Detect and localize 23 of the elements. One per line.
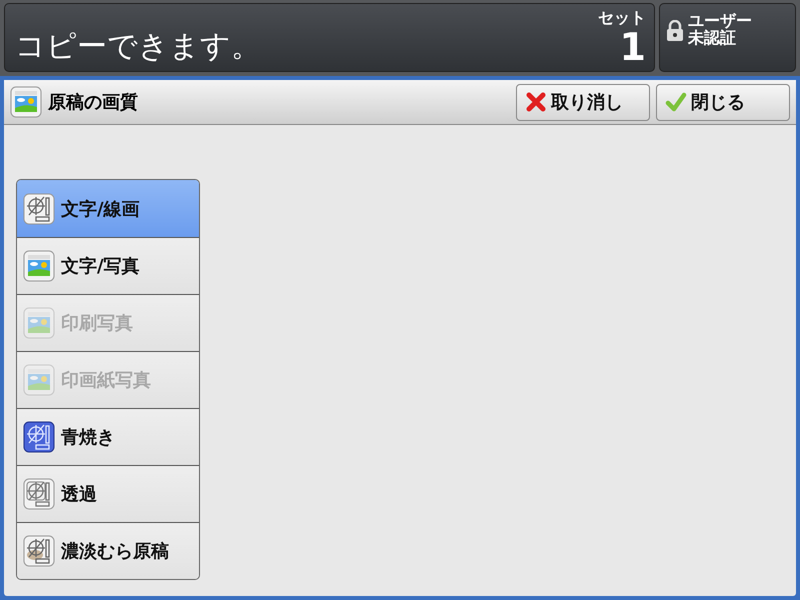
quality-option[interactable]: 文字/線画 bbox=[17, 180, 199, 237]
crosshair-icon bbox=[23, 192, 55, 224]
checkmark-icon bbox=[665, 91, 687, 113]
quality-option[interactable]: 青焼き bbox=[17, 408, 199, 465]
set-count: 1 bbox=[620, 29, 646, 65]
cancel-button[interactable]: 取り消し bbox=[516, 84, 650, 120]
panel-title: 原稿の画質 bbox=[48, 91, 139, 114]
crosshair-icon bbox=[23, 421, 55, 453]
landscape-icon bbox=[23, 250, 55, 282]
landscape-icon bbox=[10, 86, 42, 118]
landscape-icon bbox=[23, 307, 55, 339]
quality-option[interactable]: 濃淡むら原稿 bbox=[17, 522, 199, 579]
close-button[interactable]: 閉じる bbox=[656, 84, 790, 120]
lock-icon bbox=[666, 20, 684, 42]
landscape-icon bbox=[23, 364, 55, 396]
quality-option[interactable]: 文字/写真 bbox=[17, 237, 199, 294]
crosshair-icon bbox=[23, 535, 55, 567]
close-icon bbox=[525, 91, 547, 113]
user-button[interactable]: ユーザー 未認証 bbox=[659, 3, 796, 72]
layers-icon bbox=[23, 478, 55, 510]
quality-option[interactable]: 透過 bbox=[17, 465, 199, 522]
status-message: コピーできます。 bbox=[15, 29, 261, 65]
set-label: セット bbox=[598, 8, 646, 29]
